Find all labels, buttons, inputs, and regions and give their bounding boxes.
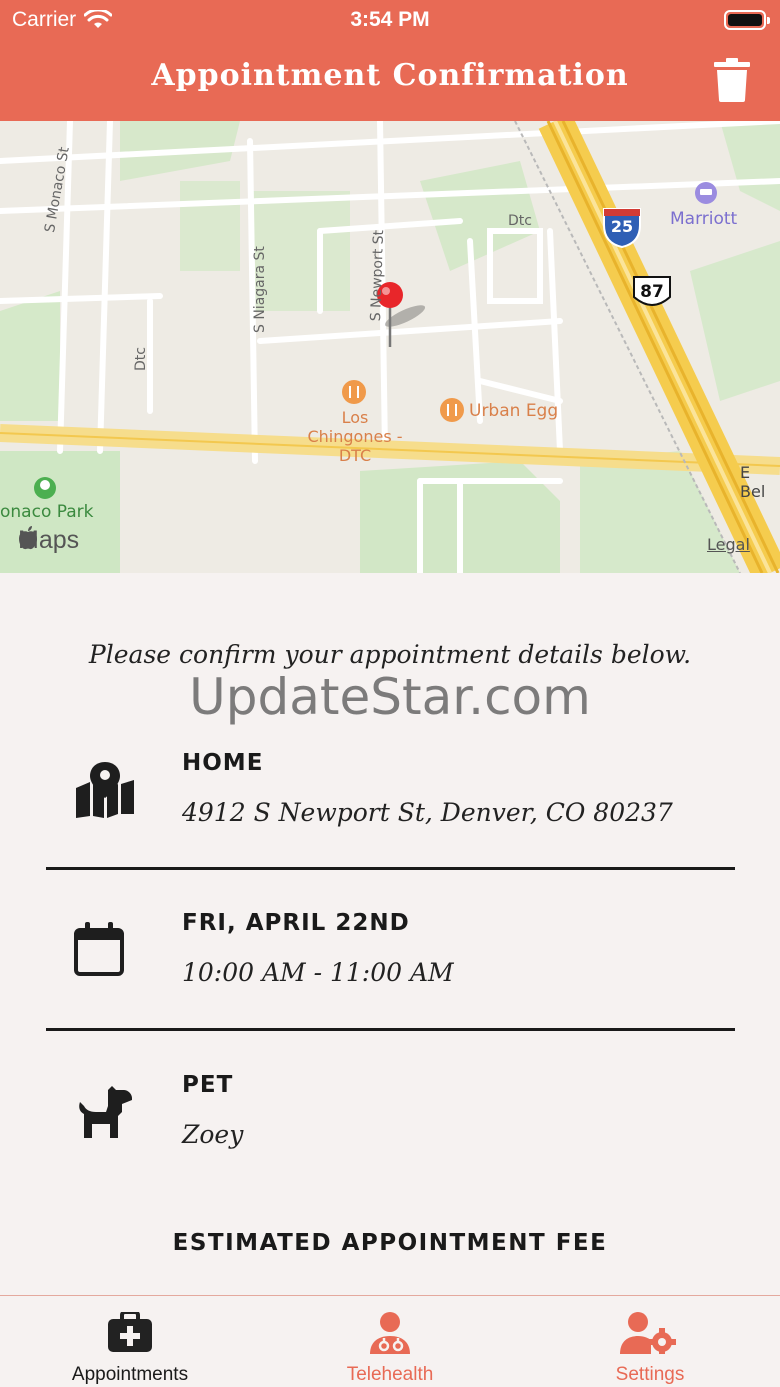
map-label-urban-egg: Urban Egg [469, 401, 559, 421]
map-label-niagara-st: S Niagara St [252, 246, 268, 333]
map-legal-link[interactable]: Legal [707, 535, 750, 554]
map-label-dtc-top: Dtc [508, 213, 532, 229]
pet-name: Zoey [182, 1120, 244, 1149]
map-roads [0, 121, 780, 573]
location-title: HOME [182, 750, 264, 776]
tab-appointments[interactable]: Appointments [0, 1296, 260, 1387]
status-bar: Carrier 3:54 PM [0, 0, 780, 40]
doctor-icon [370, 1312, 410, 1354]
pet-row: PET Zoey [46, 1062, 735, 1182]
map-label-newport-st: S Newport St [368, 229, 388, 322]
apple-logo-icon [19, 526, 37, 550]
watermark: UpdateStar.com [189, 668, 591, 726]
tab-telehealth[interactable]: Telehealth [260, 1296, 520, 1387]
map-label-belleview: E Bel [740, 463, 766, 501]
dog-icon [79, 1086, 132, 1138]
divider [46, 867, 735, 870]
location-row: HOME 4912 S Newport St, Denver, CO 80237 [46, 740, 735, 860]
map-label-marriott: Marriott [670, 209, 738, 229]
pet-title: PET [182, 1072, 234, 1098]
medical-kit-icon [108, 1312, 152, 1352]
intro-text: Please confirm your appointment details … [88, 640, 692, 669]
map-label-los-chingones-line1: Los [341, 408, 369, 427]
user-gear-icon [620, 1312, 676, 1354]
tab-settings[interactable]: Settings [520, 1296, 780, 1387]
tab-label-appointments: Appointments [71, 1364, 189, 1385]
calendar-icon [74, 922, 124, 976]
map-label-monaco-park: onaco Park [0, 502, 94, 522]
status-time: 3:54 PM [350, 8, 430, 31]
divider [46, 1028, 735, 1031]
tab-bar: Appointments Telehealth Settings [0, 1295, 780, 1387]
map-location-icon [76, 762, 134, 818]
interstate-shield-label: 25 [610, 217, 634, 236]
battery-icon [724, 10, 770, 30]
date-title: FRI, APRIL 22ND [182, 910, 410, 936]
map-label-dtc-left: Dtc [133, 347, 149, 371]
tab-label-telehealth: Telehealth [346, 1364, 434, 1385]
page-title: Appointment Confirmation [151, 58, 629, 93]
location-address: 4912 S Newport St, Denver, CO 80237 [182, 798, 673, 827]
date-row: FRI, APRIL 22ND 10:00 AM - 11:00 AM [46, 900, 735, 1020]
fee-title: ESTIMATED APPOINTMENT FEE [172, 1230, 608, 1256]
map-label-los-chingones-line3: DTC [338, 446, 372, 465]
date-time: 10:00 AM - 11:00 AM [182, 958, 454, 987]
map-view[interactable]: S Monaco St S Niagara St S Newport St Dt… [0, 121, 780, 573]
tab-label-settings: Settings [615, 1364, 685, 1385]
us-route-shield-label: 87 [640, 282, 664, 302]
apple-maps-logo: Maps [18, 526, 79, 555]
map-label-los-chingones-line2: Chingones - [307, 427, 403, 446]
trash-icon[interactable] [714, 58, 750, 102]
map-label-los-chingones: Los Chingones - DTC [300, 408, 410, 465]
navigation-header: Carrier 3:54 PM Appointment Confirmation [0, 0, 780, 121]
